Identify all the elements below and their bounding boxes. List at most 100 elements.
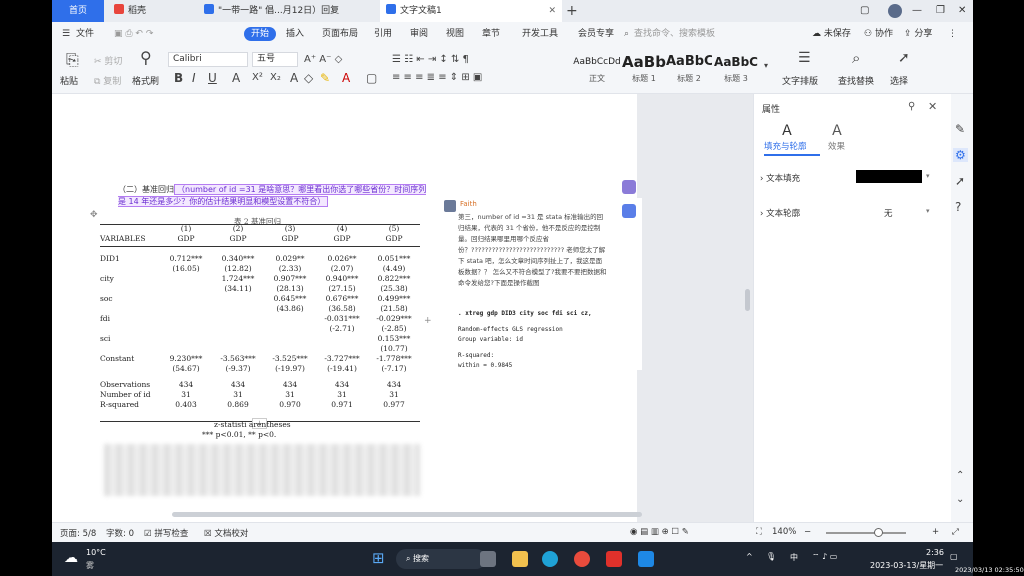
bold-icon[interactable]: B xyxy=(174,72,183,84)
menu-view[interactable]: 视图 xyxy=(446,27,464,41)
ime-indicator[interactable]: 中 xyxy=(790,552,798,563)
paste-label[interactable]: 粘贴 xyxy=(60,74,78,87)
collab-button[interactable]: ⚇ 协作 xyxy=(864,27,893,41)
document-page[interactable]: ✥ （二）基准回归 （number of id =31 是啥意思？哪里看出你选了哪… xyxy=(52,94,642,522)
font-effect-icon[interactable]: A xyxy=(290,72,298,84)
avatar[interactable] xyxy=(888,4,902,18)
doc-proof[interactable]: ☒ 文档校对 xyxy=(204,527,248,539)
prev-page-icon[interactable]: ⌃ xyxy=(956,470,964,481)
cut-button[interactable]: ✂ 剪切 xyxy=(94,54,122,67)
text-layout-icon[interactable]: ☰ xyxy=(798,51,811,65)
italic-icon[interactable]: I xyxy=(192,72,196,84)
menu-file[interactable]: 文件 xyxy=(76,27,94,41)
menu-member[interactable]: 会员专享 xyxy=(578,27,614,41)
style-normal[interactable]: AaBbCcDd 正文 xyxy=(572,51,622,84)
add-column-icon[interactable]: + xyxy=(424,316,432,326)
align-icons[interactable]: ≡ ≡ ≡ ≣ ≡ ⇕ ⊞ ▣ xyxy=(392,72,482,84)
zoom-out-button[interactable]: − xyxy=(804,527,811,537)
underline-icon[interactable]: U xyxy=(208,72,217,84)
pin-icon[interactable]: ⚲ xyxy=(908,101,915,112)
tab-daoke[interactable]: 稻壳 xyxy=(108,0,194,22)
menu-developer[interactable]: 开发工具 xyxy=(522,27,558,41)
text-outline-value[interactable]: 无 xyxy=(884,207,893,219)
more-icon[interactable]: ⋮ xyxy=(948,27,957,41)
strike-icon[interactable]: A xyxy=(232,72,240,84)
mic-icon[interactable]: 🎙 xyxy=(766,552,776,561)
select-label[interactable]: 选择 xyxy=(890,74,908,87)
style-more-icon[interactable]: ▾ xyxy=(764,60,768,72)
page-indicator[interactable]: 页面: 5/8 xyxy=(60,527,96,539)
help-icon[interactable]: ? xyxy=(955,200,961,214)
fullscreen-icon[interactable]: ⤢ xyxy=(952,527,959,537)
tab-reply-doc[interactable]: "一带一路" 倡...月12日）回复 xyxy=(198,0,376,22)
vertical-scrollbar[interactable] xyxy=(745,289,750,311)
text-outline-label[interactable]: › 文本轮廓 xyxy=(760,207,800,219)
comment-card[interactable]: Faith 第三，number of id =31 是 stata 标准输出的回… xyxy=(442,198,642,370)
style-heading3[interactable]: AaBbC 标题 3 xyxy=(712,51,760,84)
text-layout-label[interactable]: 文字排版 xyxy=(782,74,818,87)
close-icon[interactable]: ✕ xyxy=(928,100,937,113)
close-tab-icon[interactable]: ✕ xyxy=(548,0,556,22)
app-icon[interactable] xyxy=(638,551,654,567)
fill-outline-icon[interactable]: Ａ xyxy=(780,120,794,140)
view-mode-icons[interactable]: ◉ ▤ ▥ ⊕ ☐ ✎ xyxy=(630,527,689,537)
weather-icon[interactable]: ☁ xyxy=(64,550,78,566)
tab-effect[interactable]: 效果 xyxy=(828,140,845,152)
zoom-level[interactable]: 140% xyxy=(772,527,796,537)
unsaved-status[interactable]: ☁ 未保存 xyxy=(812,27,851,41)
font-size-select[interactable]: 五号 xyxy=(252,52,298,67)
style-heading1[interactable]: AaBb 标题 1 xyxy=(622,51,666,84)
menu-reference[interactable]: 引用 xyxy=(374,27,392,41)
clock-date[interactable]: 2023-03-13/星期一 xyxy=(870,560,943,571)
taskbar-search[interactable]: ⌕ 搜索 xyxy=(396,549,486,569)
char-border-icon[interactable]: ▢ xyxy=(366,72,377,84)
minimize-icon[interactable]: — xyxy=(912,0,922,22)
next-page-icon[interactable]: ⌄ xyxy=(956,494,964,505)
menu-chapter[interactable]: 章节 xyxy=(482,27,500,41)
format-painter-icon[interactable]: ⚲ xyxy=(140,50,152,66)
restore-icon[interactable]: ❐ xyxy=(936,0,945,22)
command-search[interactable]: 查找命令、搜索模板 xyxy=(634,27,715,41)
horizontal-scrollbar[interactable] xyxy=(172,512,642,517)
weather-temp[interactable]: 10°C xyxy=(86,548,106,557)
network-icon[interactable]: ⌔ ♪ ▭ xyxy=(812,552,837,562)
tab-home[interactable]: 首页 xyxy=(52,0,104,22)
regression-table[interactable]: (1) (2) (3) (4) (5) VARIABLES GDP GDP GD… xyxy=(100,224,420,410)
fit-icon[interactable]: ⛶ xyxy=(756,527,762,537)
copy-button[interactable]: ⧉ 复制 xyxy=(94,74,121,87)
tab-fill-outline[interactable]: 填充与轮廓 xyxy=(764,140,807,152)
close-window-icon[interactable]: ✕ xyxy=(958,0,966,22)
layout-icon[interactable]: ▢ xyxy=(860,0,869,22)
chevron-down-icon[interactable]: ▾ xyxy=(926,172,930,180)
style-heading2[interactable]: AaBbC 标题 2 xyxy=(666,51,712,84)
chrome-icon[interactable] xyxy=(574,551,590,567)
text-fill-swatch[interactable] xyxy=(856,170,922,183)
clear-format-icon[interactable]: ◇ xyxy=(304,72,313,84)
comment-toggle-icon[interactable] xyxy=(622,180,636,194)
tab-active-doc[interactable]: 文字文稿1 ✕ xyxy=(380,0,562,22)
text-fill-label[interactable]: › 文本填充 xyxy=(760,172,800,184)
superscript-icon[interactable]: X² xyxy=(252,72,263,84)
zoom-slider-thumb[interactable] xyxy=(874,528,883,537)
format-painter-label[interactable]: 格式刷 xyxy=(132,74,159,87)
start-icon[interactable]: ⊞ xyxy=(372,549,385,567)
tray-expand-icon[interactable]: ^ xyxy=(746,552,753,561)
effect-icon[interactable]: Ａ xyxy=(830,120,844,140)
cursor-icon[interactable]: ➚ xyxy=(898,51,910,65)
highlight-icon[interactable]: ✎ xyxy=(320,72,330,84)
comment-anchor[interactable]: （二）基准回归 （number of id =31 是啥意思？哪里看出你选了哪些省… xyxy=(118,184,428,208)
menu-start[interactable]: 开始 xyxy=(244,27,277,41)
font-grow-icon[interactable]: A⁺ A⁻ ◇ xyxy=(304,54,342,66)
chevron-down-icon[interactable]: ▾ xyxy=(926,207,930,215)
new-tab-button[interactable]: + xyxy=(566,0,578,22)
menu-insert[interactable]: 插入 xyxy=(286,27,304,41)
subscript-icon[interactable]: X₂ xyxy=(270,72,281,84)
menu-review[interactable]: 审阅 xyxy=(410,27,428,41)
spell-check[interactable]: ☑ 拼写检查 xyxy=(144,527,188,539)
table-move-handle[interactable]: ✥ xyxy=(90,210,98,220)
paste-icon[interactable]: ⎘ xyxy=(66,52,79,68)
font-name-select[interactable]: Calibri xyxy=(168,52,248,67)
file-explorer-icon[interactable] xyxy=(512,551,528,567)
translate-icon[interactable] xyxy=(622,204,636,218)
notification-icon[interactable]: ▢ xyxy=(950,552,958,561)
